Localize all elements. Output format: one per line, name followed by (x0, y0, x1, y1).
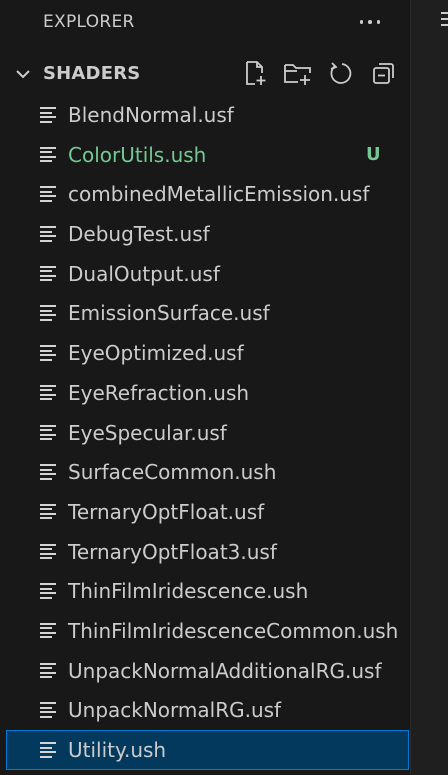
editor-area (411, 0, 448, 775)
file-text-icon (40, 107, 56, 123)
file-text-icon (40, 305, 56, 321)
file-text-icon (40, 146, 56, 163)
file-name: EyeSpecular.usf (68, 420, 227, 445)
explorer-title-bar: EXPLORER (0, 0, 410, 44)
file-name: TernaryOptFloat.usf (68, 499, 265, 524)
file-text-icon (40, 384, 56, 401)
file-name: ColorUtils.ush (68, 142, 207, 167)
chevron-down-icon[interactable] (13, 64, 33, 84)
file-name: TernaryOptFloat3.usf (68, 539, 277, 564)
file-item[interactable]: ThinFilmIridescence.ush (0, 571, 410, 611)
file-name: BlendNormal.usf (68, 103, 234, 127)
file-item[interactable]: TernaryOptFloat3.usf (0, 532, 410, 572)
explorer-title: EXPLORER (43, 12, 135, 32)
file-text-icon (40, 503, 56, 520)
file-name: EmissionSurface.usf (68, 301, 270, 326)
file-text-icon (40, 543, 56, 560)
file-name: ThinFilmIridescence.ush (68, 579, 309, 604)
file-name: combinedMetallicEmission.usf (68, 182, 370, 207)
file-item[interactable]: EmissionSurface.usf (0, 293, 410, 333)
refresh-icon[interactable] (326, 58, 356, 88)
file-item[interactable]: SurfaceCommon.ush (0, 452, 410, 492)
file-text-icon (40, 186, 56, 202)
file-item[interactable]: EyeRefraction.ush (0, 373, 410, 413)
file-text-icon (40, 345, 56, 361)
file-text-icon (40, 583, 56, 599)
file-text-icon (40, 742, 56, 758)
file-name: Utility.ush (68, 738, 167, 762)
file-text-icon (40, 464, 56, 480)
section-header-shaders[interactable]: SHADERS (0, 56, 410, 92)
ellipsis-icon[interactable] (355, 12, 385, 32)
file-name: UnpackNormalAdditionalRG.usf (68, 658, 382, 683)
file-name: DebugTest.usf (68, 222, 210, 247)
file-name: DualOutput.usf (68, 261, 220, 286)
file-text-icon (40, 622, 56, 639)
file-item[interactable]: DualOutput.usf (0, 254, 410, 294)
file-item[interactable]: EyeOptimized.usf (0, 333, 410, 373)
file-item[interactable]: ColorUtils.ush U (0, 135, 410, 175)
file-name: EyeOptimized.usf (68, 341, 244, 366)
editor-line-icon (441, 12, 448, 32)
git-status-badge: U (366, 143, 381, 165)
file-text-icon (40, 424, 56, 441)
file-text-icon (40, 265, 56, 282)
file-item[interactable]: Utility.ush (6, 730, 409, 770)
file-item[interactable]: UnpackNormalRG.usf (0, 690, 410, 730)
file-name: SurfaceCommon.ush (68, 460, 277, 485)
file-text-icon (40, 702, 56, 718)
file-item[interactable]: BlendNormal.usf (0, 95, 410, 135)
file-item[interactable]: combinedMetallicEmission.usf (0, 174, 410, 214)
file-name: EyeRefraction.ush (68, 380, 250, 405)
file-name: UnpackNormalRG.usf (68, 698, 282, 723)
file-name: ThinFilmIridescenceCommon.ush (68, 618, 399, 643)
file-item[interactable]: DebugTest.usf (0, 214, 410, 254)
new-folder-icon[interactable] (283, 58, 313, 88)
explorer-panel: EXPLORER SHADERS BlendNormal.usf ColorUt… (0, 0, 410, 775)
section-title: SHADERS (43, 63, 141, 84)
file-tree: BlendNormal.usf ColorUtils.ush UcombinedMe… (0, 95, 410, 770)
file-item[interactable]: EyeSpecular.usf (0, 413, 410, 453)
collapse-all-icon[interactable] (369, 58, 399, 88)
file-item[interactable]: UnpackNormalAdditionalRG.usf (0, 651, 410, 691)
file-text-icon (40, 226, 56, 242)
file-text-icon (40, 662, 56, 679)
file-item[interactable]: TernaryOptFloat.usf (0, 492, 410, 532)
file-item[interactable]: ThinFilmIridescenceCommon.ush (0, 611, 410, 651)
new-file-icon[interactable] (240, 58, 270, 88)
